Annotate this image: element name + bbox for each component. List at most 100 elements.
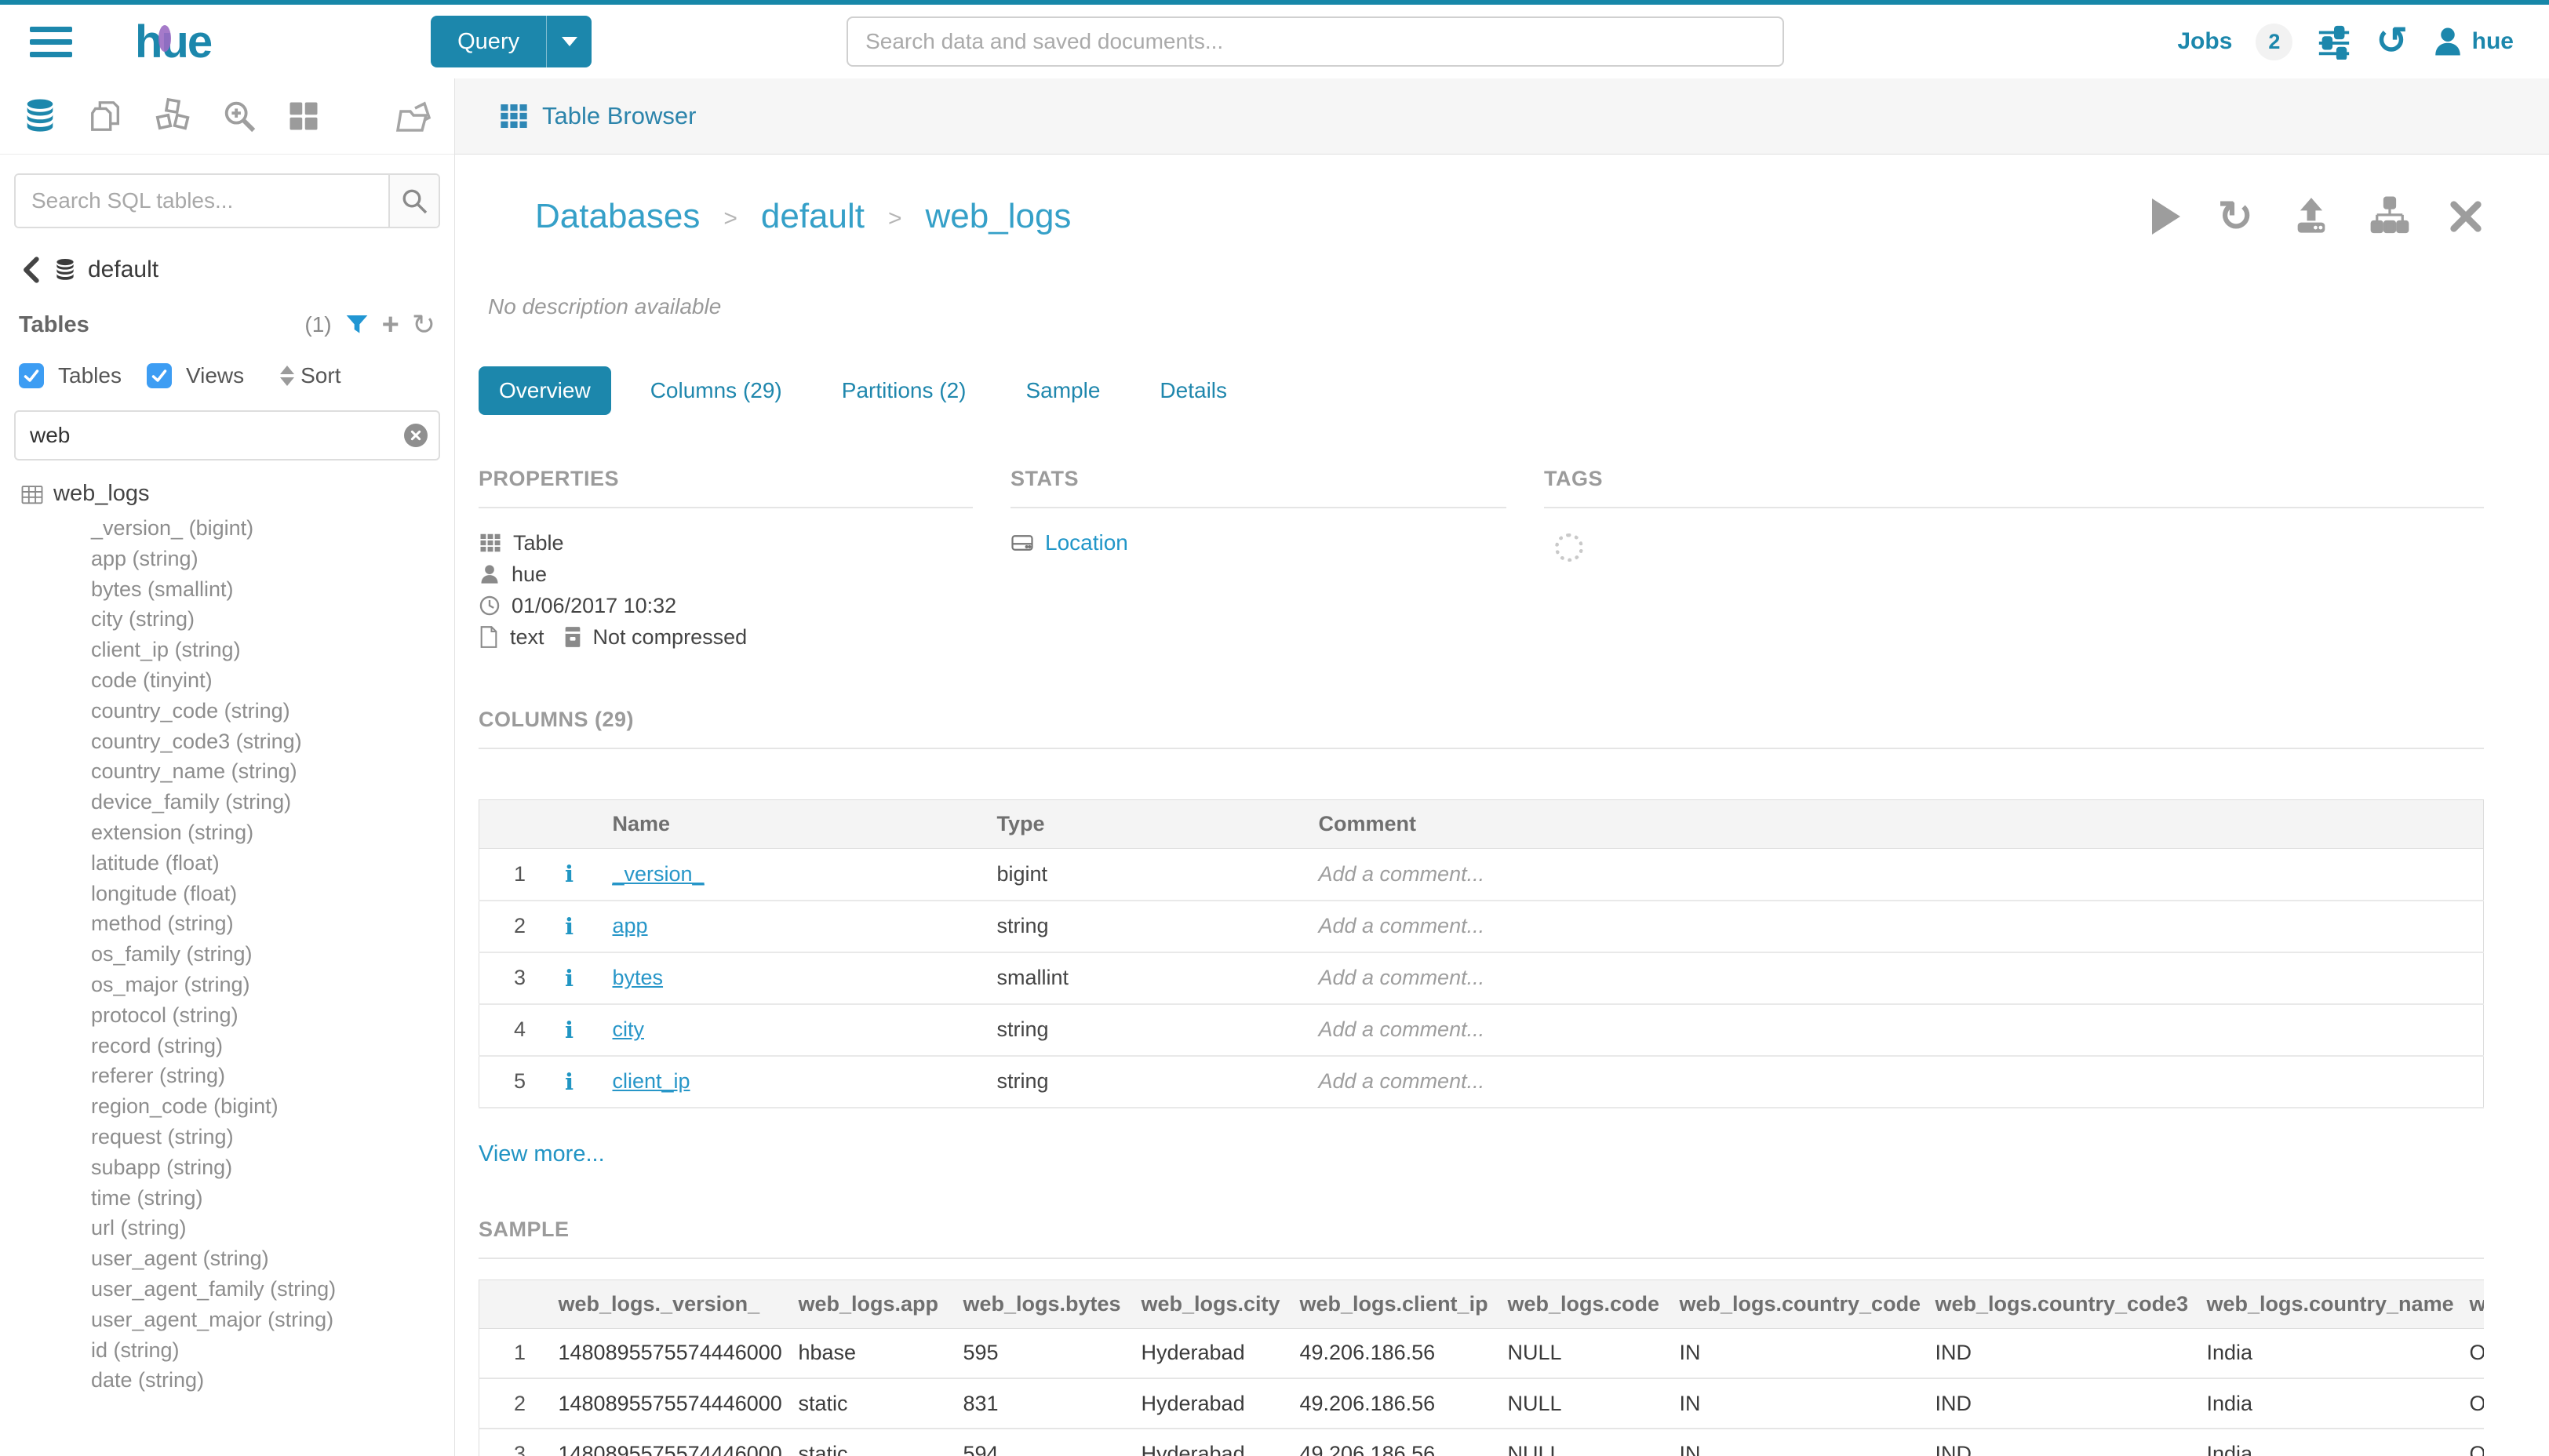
column-item[interactable]: region_code (bigint) — [20, 1091, 440, 1122]
column-comment-placeholder[interactable]: Add a comment... — [1311, 849, 2484, 901]
info-icon[interactable]: i — [565, 1017, 574, 1043]
info-icon[interactable]: i — [565, 965, 574, 992]
view-more-link[interactable]: View more... — [479, 1141, 605, 1167]
query-dropdown-button[interactable] — [546, 16, 592, 67]
column-name-link[interactable]: _version_ — [613, 862, 705, 886]
add-table-icon[interactable]: + — [382, 310, 399, 340]
hue-logo-text: hue — [135, 16, 211, 67]
column-item[interactable]: date (string) — [20, 1365, 440, 1396]
views-checkbox-label[interactable]: Views — [186, 363, 244, 388]
column-item[interactable]: time (string) — [20, 1183, 440, 1214]
columns-table-row: 1i_version_bigintAdd a comment... — [479, 849, 2484, 901]
cubes-icon[interactable] — [154, 97, 191, 135]
column-item[interactable]: app (string) — [20, 544, 440, 574]
tab-partitions-2[interactable]: Partitions (2) — [821, 366, 987, 415]
table-grid-icon — [479, 531, 502, 555]
folder-documents-icon[interactable] — [395, 97, 432, 135]
column-item[interactable]: referer (string) — [20, 1061, 440, 1091]
global-search-input[interactable] — [847, 16, 1784, 67]
column-name-link[interactable]: bytes — [613, 966, 664, 989]
breadcrumb-item[interactable]: default — [761, 197, 865, 236]
breadcrumb-item[interactable]: web_logs — [926, 197, 1072, 236]
current-database-name[interactable]: default — [88, 257, 158, 283]
column-item[interactable]: request (string) — [20, 1122, 440, 1152]
column-item[interactable]: device_family (string) — [20, 787, 440, 817]
upload-icon[interactable] — [2291, 196, 2332, 237]
column-item[interactable]: os_family (string) — [20, 939, 440, 970]
history-icon[interactable]: ↺ — [2376, 23, 2407, 60]
column-item[interactable]: method (string) — [20, 908, 440, 939]
tab-columns-29[interactable]: Columns (29) — [630, 366, 803, 415]
column-comment-placeholder[interactable]: Add a comment... — [1311, 952, 2484, 1004]
column-item[interactable]: country_name (string) — [20, 756, 440, 787]
column-item[interactable]: user_agent_family (string) — [20, 1274, 440, 1305]
tab-overview[interactable]: Overview — [479, 366, 611, 415]
table-tree: web_logs _version_ (bigint)app (string)b… — [14, 481, 440, 1396]
sliders-icon[interactable] — [2316, 24, 2352, 60]
column-comment-placeholder[interactable]: Add a comment... — [1311, 1004, 2484, 1056]
query-button[interactable]: Query — [431, 16, 546, 67]
clear-filter-icon[interactable] — [404, 424, 428, 447]
hamburger-menu-icon[interactable] — [30, 20, 72, 64]
sql-assist-database-icon[interactable] — [22, 98, 58, 134]
column-item[interactable]: id (string) — [20, 1335, 440, 1366]
column-item[interactable]: _version_ (bigint) — [20, 513, 440, 544]
apps-grid-icon[interactable] — [287, 100, 320, 133]
column-item[interactable]: code (tinyint) — [20, 665, 440, 696]
sample-header-number — [479, 1279, 554, 1328]
database-breadcrumb-row: default — [19, 257, 440, 283]
sql-table-search-input[interactable] — [16, 175, 388, 227]
sample-header-cell: web_logs.client_ip — [1295, 1279, 1503, 1328]
play-icon[interactable] — [2152, 198, 2180, 235]
sql-table-search-button[interactable] — [388, 175, 439, 227]
column-item[interactable]: country_code3 (string) — [20, 726, 440, 757]
jobs-count-badge[interactable]: 2 — [2256, 24, 2292, 60]
hue-logo[interactable]: hue — [135, 16, 211, 68]
tab-details[interactable]: Details — [1139, 366, 1247, 415]
table-filter-input[interactable] — [14, 410, 440, 460]
info-icon[interactable]: i — [565, 1068, 574, 1095]
column-item[interactable]: extension (string) — [20, 817, 440, 848]
column-name-link[interactable]: client_ip — [613, 1069, 690, 1093]
filter-funnel-icon[interactable] — [344, 312, 370, 337]
views-checkbox[interactable] — [147, 363, 172, 388]
column-item[interactable]: record (string) — [20, 1031, 440, 1061]
column-item[interactable]: bytes (smallint) — [20, 574, 440, 605]
column-item[interactable]: latitude (float) — [20, 848, 440, 879]
column-item[interactable]: user_agent_major (string) — [20, 1305, 440, 1335]
location-link[interactable]: Location — [1010, 530, 1506, 555]
column-comment-placeholder[interactable]: Add a comment... — [1311, 1056, 2484, 1108]
column-item[interactable]: subapp (string) — [20, 1152, 440, 1183]
zoom-in-icon[interactable] — [221, 98, 257, 134]
tab-sample[interactable]: Sample — [1005, 366, 1120, 415]
column-name-link[interactable]: city — [613, 1017, 645, 1041]
column-item[interactable]: country_code (string) — [20, 696, 440, 726]
column-item[interactable]: city (string) — [20, 604, 440, 635]
column-item[interactable]: url (string) — [20, 1213, 440, 1243]
column-item[interactable]: longitude (float) — [20, 879, 440, 909]
chevron-left-icon[interactable] — [19, 257, 42, 283]
sort-control[interactable]: Sort — [280, 363, 340, 388]
sample-table-row: 21480895575574446000static831Hyderabad49… — [479, 1378, 2485, 1429]
column-item[interactable]: client_ip (string) — [20, 635, 440, 665]
column-item[interactable]: protocol (string) — [20, 1000, 440, 1031]
breadcrumb-item[interactable]: Databases — [535, 197, 700, 236]
table-actions: ↻ — [2152, 195, 2484, 238]
tables-checkbox[interactable] — [19, 363, 44, 388]
column-name-link[interactable]: app — [613, 914, 648, 937]
tree-table-web-logs[interactable]: web_logs — [20, 481, 440, 507]
column-item[interactable]: user_agent (string) — [20, 1243, 440, 1274]
tables-checkbox-label[interactable]: Tables — [58, 363, 122, 388]
refresh-icon[interactable]: ↻ — [2218, 195, 2253, 238]
column-comment-placeholder[interactable]: Add a comment... — [1311, 901, 2484, 952]
documents-icon[interactable] — [88, 98, 124, 134]
hdd-icon — [1010, 531, 1034, 555]
column-item[interactable]: os_major (string) — [20, 970, 440, 1000]
jobs-link[interactable]: Jobs — [2177, 28, 2232, 55]
info-icon[interactable]: i — [565, 861, 574, 887]
info-icon[interactable]: i — [565, 913, 574, 940]
refresh-tables-icon[interactable]: ↻ — [412, 311, 435, 339]
close-icon[interactable] — [2448, 198, 2484, 235]
sitemap-icon[interactable] — [2369, 196, 2410, 237]
user-menu[interactable]: hue — [2431, 25, 2514, 58]
